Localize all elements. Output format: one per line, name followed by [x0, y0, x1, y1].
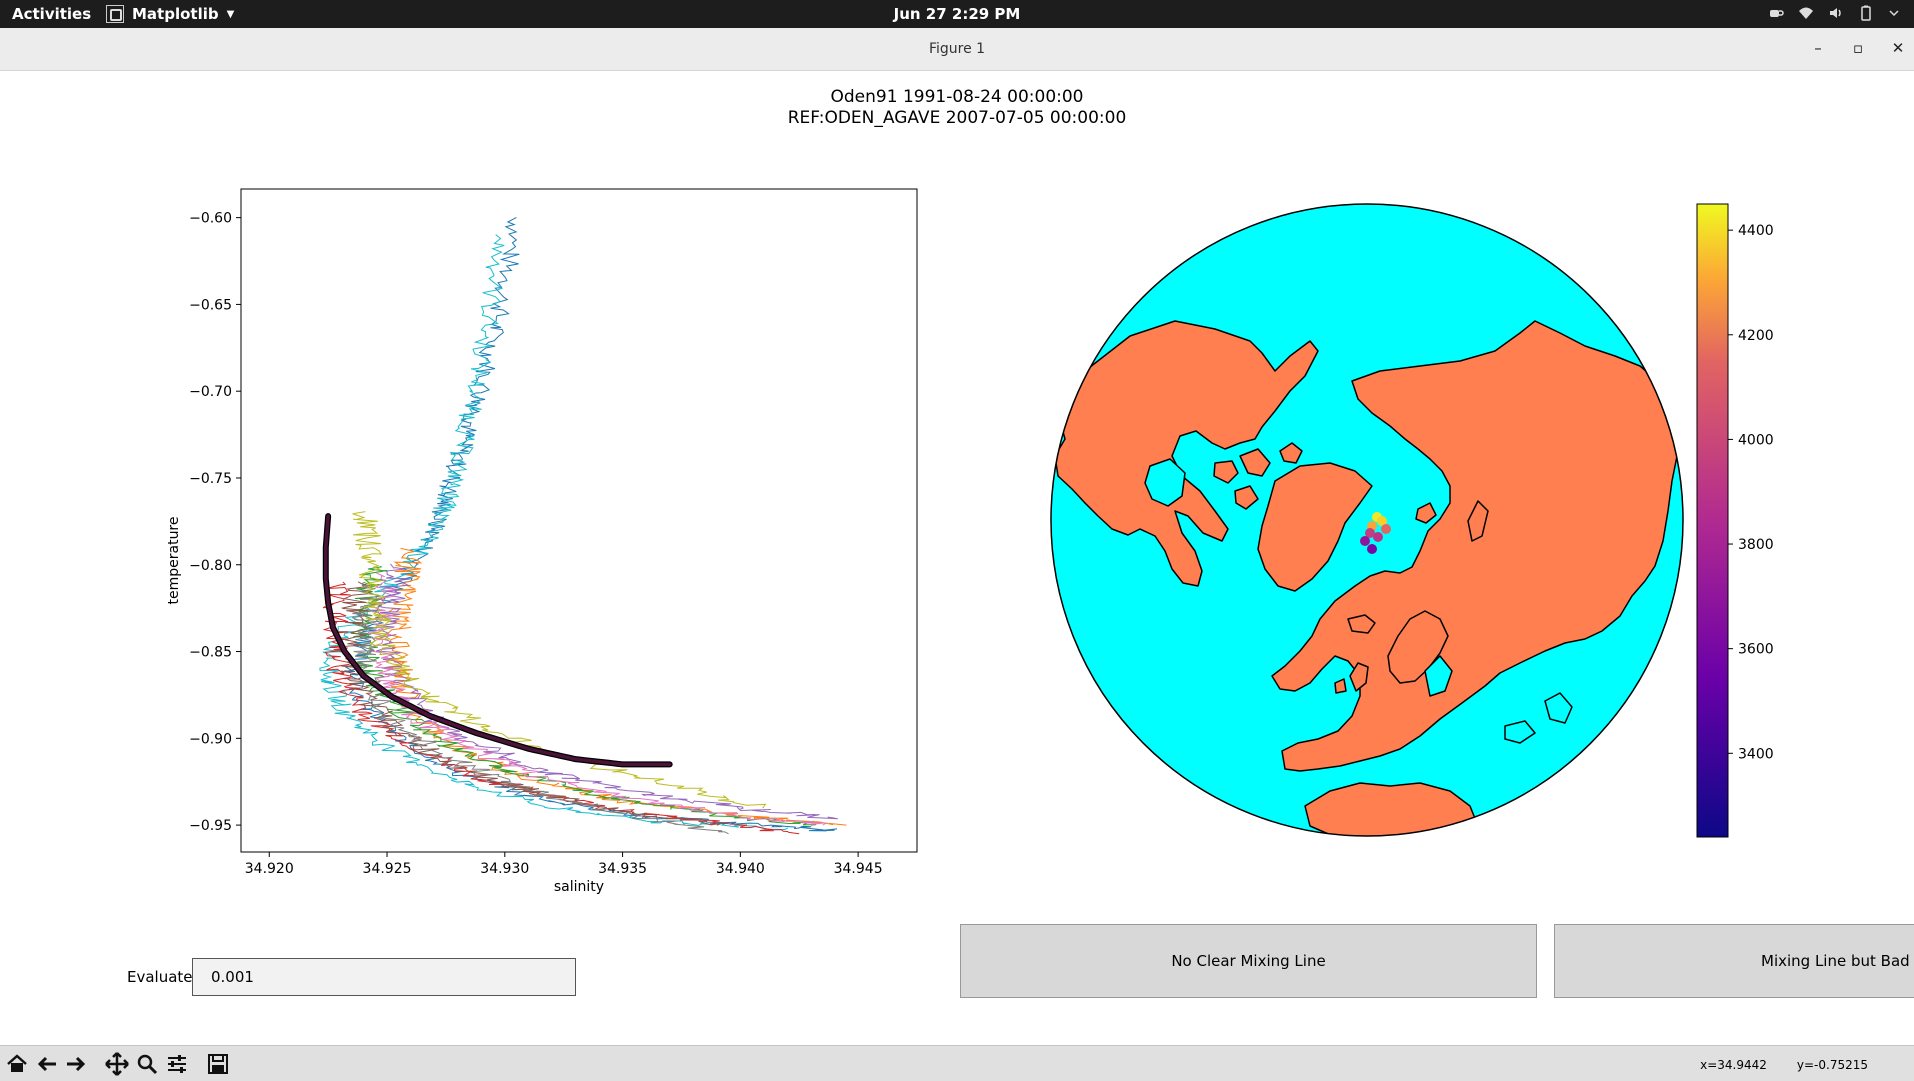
pan-icon[interactable] [104, 1051, 130, 1077]
figure-canvas[interactable]: Oden91 1991-08-24 00:00:00 REF:ODEN_AGAV… [0, 71, 1914, 1045]
colorbar-tick-label: 3600 [1738, 642, 1774, 658]
station-point [1373, 532, 1383, 542]
save-icon[interactable] [205, 1051, 231, 1077]
station-point [1367, 544, 1377, 554]
maximize-button[interactable]: ▫ [1848, 39, 1868, 59]
colorbar-tick-label: 4000 [1738, 432, 1774, 448]
colorbar-tick-label: 3400 [1738, 746, 1774, 762]
y-readout: y=-0.75215 [1796, 1058, 1868, 1072]
cursor-coordinate-readout: x=34.9442 y=-0.75215 [1700, 1058, 1868, 1072]
no-clear-mixing-line-button[interactable]: No Clear Mixing Line [960, 924, 1537, 998]
x-readout: x=34.9442 [1700, 1058, 1767, 1072]
evaluate-label: Evaluate [127, 968, 193, 986]
evaluate-input[interactable] [192, 958, 576, 996]
configure-subplots-icon[interactable] [164, 1051, 190, 1077]
coffee-icon [1770, 10, 1784, 17]
no-clear-mixing-line-label: No Clear Mixing Line [1171, 952, 1326, 970]
station-point [1381, 524, 1391, 534]
close-button[interactable]: ✕ [1888, 39, 1908, 59]
zoom-icon[interactable] [134, 1051, 160, 1077]
minimize-button[interactable]: – [1808, 39, 1828, 59]
colorbar-tick-label: 3800 [1738, 537, 1774, 553]
system-top-bar: Activities Matplotlib ▼ Jun 27 2:29 PM [0, 0, 1914, 28]
status-area[interactable] [1768, 5, 1900, 21]
window-title-bar[interactable]: Figure 1 – ▫ ✕ [0, 28, 1914, 71]
power-menu-icon [1889, 10, 1899, 17]
polar-map-chart[interactable]: 3400 3600 3800 4000 4200 4400 [0, 71, 1914, 1045]
mixing-line-bad-ref-button[interactable]: Mixing Line but Bad R [1554, 924, 1914, 998]
colorbar [1696, 203, 1729, 838]
colorbar-tick-label: 4400 [1738, 223, 1774, 239]
back-icon[interactable] [34, 1051, 60, 1077]
wifi-icon [1799, 7, 1813, 19]
mixing-line-bad-ref-label: Mixing Line but Bad R [1761, 952, 1914, 970]
volume-icon [1830, 8, 1841, 18]
window-title: Figure 1 [928, 41, 986, 57]
home-icon[interactable] [4, 1051, 30, 1077]
battery-icon [1861, 5, 1871, 21]
station-point [1360, 536, 1370, 546]
clock[interactable]: Jun 27 2:29 PM [0, 5, 1914, 23]
colorbar-tick-label: 4200 [1738, 328, 1774, 344]
forward-icon[interactable] [63, 1051, 89, 1077]
navigation-toolbar: x=34.9442 y=-0.75215 [0, 1045, 1914, 1081]
